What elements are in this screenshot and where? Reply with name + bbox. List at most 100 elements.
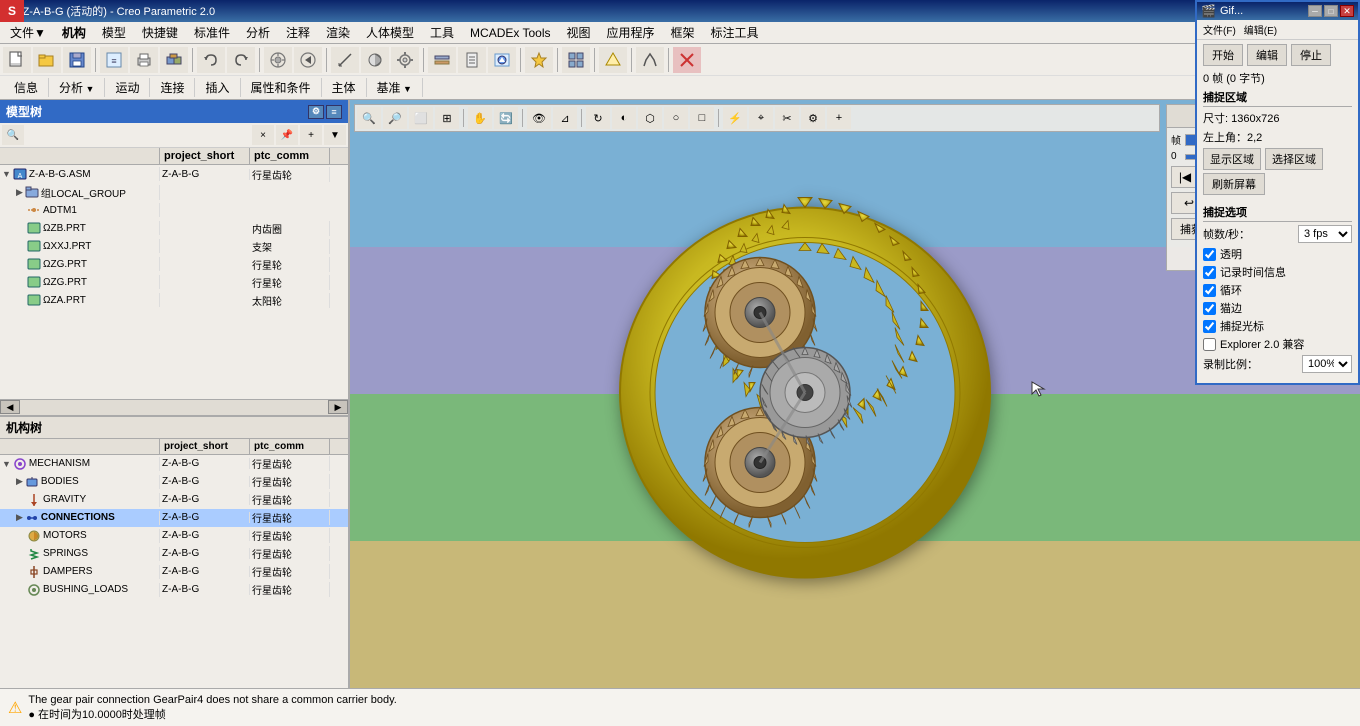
- scroll-right[interactable]: ▶: [328, 400, 348, 414]
- menu-shortcuts[interactable]: 快捷键: [134, 22, 186, 43]
- label-props[interactable]: 属性和条件: [241, 78, 322, 97]
- tb-close[interactable]: [673, 47, 701, 73]
- menu-dim-tools[interactable]: 标注工具: [703, 22, 767, 43]
- menu-mcadex[interactable]: MCADEx Tools: [462, 24, 558, 42]
- pin-btn[interactable]: 📌: [276, 125, 298, 145]
- mech-tree-content[interactable]: ▼ MECHANISM Z-A-B-G 行星齿轮 ▶ BODIES Z-A-B-…: [0, 455, 348, 689]
- menu-frame[interactable]: 框架: [663, 22, 703, 43]
- menu-view[interactable]: 视图: [559, 22, 599, 43]
- tb-rollback[interactable]: [294, 47, 322, 73]
- tree-options-btn[interactable]: ▼: [324, 125, 346, 145]
- menu-apps[interactable]: 应用程序: [599, 22, 663, 43]
- menu-annotation[interactable]: 注释: [278, 22, 318, 43]
- gif-edit-btn[interactable]: 编辑: [1247, 44, 1287, 66]
- tree-row[interactable]: DAMPERS Z-A-B-G 行星齿轮: [0, 563, 348, 581]
- filter-btn[interactable]: ×: [252, 125, 274, 145]
- gif-explorer-cb[interactable]: [1203, 338, 1216, 351]
- menu-analysis[interactable]: 分析: [238, 22, 278, 43]
- mech-tree-header[interactable]: 机构树: [0, 415, 348, 439]
- label-info[interactable]: 信息: [4, 78, 49, 97]
- tb-gear[interactable]: [391, 47, 419, 73]
- gif-stop-btn[interactable]: 停止: [1291, 44, 1331, 66]
- gif-minimize[interactable]: ─: [1308, 5, 1322, 17]
- tree-row[interactable]: ΩZG.PRT 行星轮: [0, 255, 348, 273]
- vp-shading[interactable]: ◐: [612, 107, 636, 129]
- menu-model[interactable]: 模型: [94, 22, 134, 43]
- tree-row[interactable]: GRAVITY Z-A-B-G 行星齿轮: [0, 491, 348, 509]
- vp-repaint[interactable]: ↻: [586, 107, 610, 129]
- tb-undo[interactable]: [197, 47, 225, 73]
- tb-print[interactable]: [130, 47, 158, 73]
- menu-render[interactable]: 渲染: [318, 22, 358, 43]
- menu-human[interactable]: 人体模型: [358, 22, 422, 43]
- tree-row[interactable]: ADTM1: [0, 201, 348, 219]
- vp-settings[interactable]: ⚙: [801, 107, 825, 129]
- tree-row[interactable]: ▼ MECHANISM Z-A-B-G 行星齿轮: [0, 455, 348, 473]
- search-btn[interactable]: 🔍: [2, 125, 24, 145]
- vp-zoom-fit[interactable]: ⊞: [435, 107, 459, 129]
- gif-fps-select[interactable]: 3 fps 5 fps 10 fps: [1298, 225, 1352, 243]
- tb-quality[interactable]: [525, 47, 553, 73]
- vp-hidden-line[interactable]: ⬡: [638, 107, 662, 129]
- vp-clip[interactable]: ✂: [775, 107, 799, 129]
- vp-orient2[interactable]: ⌖: [749, 107, 773, 129]
- tree-row[interactable]: ΩZA.PRT 太阳轮: [0, 291, 348, 309]
- gif-file-menu[interactable]: 文件(F): [1199, 21, 1240, 38]
- panel-expand-btn[interactable]: ≡: [326, 105, 342, 119]
- tb-mechanism[interactable]: [264, 47, 292, 73]
- tb-measure[interactable]: [331, 47, 359, 73]
- add-col-btn[interactable]: +: [300, 125, 322, 145]
- tb-sketch[interactable]: [636, 47, 664, 73]
- gif-scale-select[interactable]: 100% 75% 50%: [1302, 355, 1352, 373]
- tb-flyout-expand[interactable]: [488, 47, 516, 73]
- expand-icon[interactable]: ▶: [16, 512, 23, 523]
- vp-wireframe[interactable]: □: [690, 107, 714, 129]
- gif-close[interactable]: ✕: [1340, 5, 1354, 17]
- label-motion[interactable]: 运动: [105, 78, 150, 97]
- tb-attr2[interactable]: [458, 47, 486, 73]
- model-tree-scrollbar[interactable]: ◀ ▶: [0, 399, 348, 415]
- tb-explode[interactable]: [562, 47, 590, 73]
- scroll-left[interactable]: ◀: [0, 400, 20, 414]
- snipaste-indicator[interactable]: S: [0, 0, 24, 22]
- gif-cursor-cb[interactable]: [1203, 320, 1216, 333]
- expand-icon[interactable]: ▶: [16, 476, 23, 487]
- vp-pan[interactable]: ✋: [468, 107, 492, 129]
- tree-row[interactable]: ▶ 组LOCAL_GROUP: [0, 183, 348, 201]
- vp-no-hidden[interactable]: ○: [664, 107, 688, 129]
- tree-row[interactable]: ▶ BODIES Z-A-B-G 行星齿轮: [0, 473, 348, 491]
- tree-row[interactable]: ΩZB.PRT 内齿圈: [0, 219, 348, 237]
- gif-record-time-cb[interactable]: [1203, 266, 1216, 279]
- tb-new[interactable]: [3, 47, 31, 73]
- tree-row[interactable]: ΩXXJ.PRT 支架: [0, 237, 348, 255]
- model-tree-content[interactable]: ▼ A Z-A-B-G.ASM Z-A-B-G 行星齿轮 ▶ 组LOCAL_GR…: [0, 165, 348, 399]
- gif-refresh-btn[interactable]: 刷新屏幕: [1203, 173, 1265, 195]
- tree-row[interactable]: MOTORS Z-A-B-G 行星齿轮: [0, 527, 348, 545]
- gif-display-area[interactable]: 显示区域: [1203, 148, 1261, 170]
- menu-file[interactable]: 文件▼: [2, 22, 54, 43]
- vp-extra[interactable]: +: [827, 107, 851, 129]
- label-connect[interactable]: 连接: [150, 78, 195, 97]
- tb-undo-file[interactable]: ≡: [100, 47, 128, 73]
- tb-attr1[interactable]: [428, 47, 456, 73]
- tree-row[interactable]: SPRINGS Z-A-B-G 行星齿轮: [0, 545, 348, 563]
- vp-zoom-area[interactable]: ⬜: [409, 107, 433, 129]
- gif-border-cb[interactable]: [1203, 302, 1216, 315]
- label-datum[interactable]: 基准: [367, 78, 423, 97]
- gif-select-area[interactable]: 选择区域: [1265, 148, 1323, 170]
- menu-jigou[interactable]: 机构: [54, 22, 94, 43]
- panel-settings-btn[interactable]: ⚙: [308, 105, 324, 119]
- vp-zoom-in[interactable]: 🔍: [357, 107, 381, 129]
- vp-zoom-out[interactable]: 🔎: [383, 107, 407, 129]
- tb-open[interactable]: [33, 47, 61, 73]
- vp-standard-orient[interactable]: ⊿: [553, 107, 577, 129]
- gif-loop-cb[interactable]: [1203, 284, 1216, 297]
- expand-icon[interactable]: ▼: [2, 459, 11, 469]
- tree-row[interactable]: ▶ CONNECTIONS Z-A-B-G 行星齿轮: [0, 509, 348, 527]
- expand-icon[interactable]: ▼: [2, 169, 11, 179]
- label-analysis[interactable]: 分析: [49, 78, 105, 97]
- label-insert[interactable]: 插入: [195, 78, 240, 97]
- tb-plane[interactable]: [599, 47, 627, 73]
- tree-row[interactable]: ΩZG.PRT 行星轮: [0, 273, 348, 291]
- menu-standards[interactable]: 标准件: [186, 22, 238, 43]
